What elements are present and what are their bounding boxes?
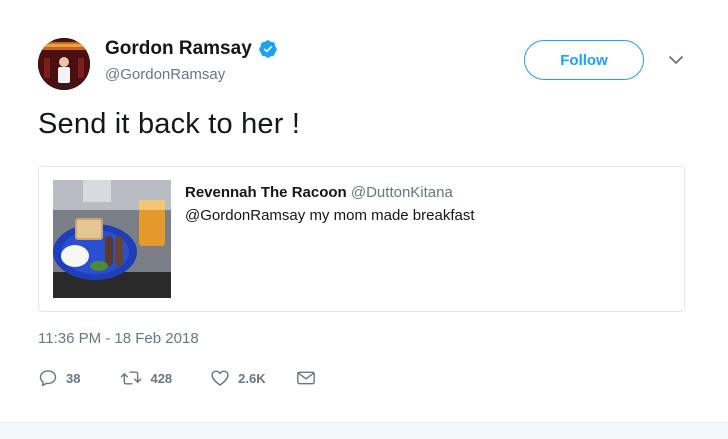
avatar[interactable] — [38, 38, 90, 90]
author-handle[interactable]: @GordonRamsay — [105, 66, 225, 83]
direct-message-button[interactable] — [296, 369, 316, 387]
like-count: 2.6K — [238, 370, 266, 386]
tweet-text: Send it back to her ! — [38, 108, 301, 140]
verified-badge-icon — [259, 40, 277, 58]
tweet-timestamp[interactable]: 11:36 PM - 18 Feb 2018 — [38, 330, 199, 347]
avatar-photo — [38, 38, 90, 90]
quoted-tweet-image[interactable] — [53, 180, 171, 298]
breakfast-plate-photo — [53, 180, 171, 298]
follow-button[interactable]: Follow — [524, 40, 644, 80]
author-name-row[interactable]: Gordon Ramsay — [105, 38, 278, 60]
author-name[interactable]: Gordon Ramsay — [105, 38, 252, 60]
tweet-actions: 38 428 2.6K — [38, 366, 316, 390]
envelope-icon — [296, 371, 315, 385]
quoted-tweet-header: Revennah The Racoon @DuttonKitana — [185, 184, 453, 201]
chevron-down-icon[interactable] — [667, 51, 685, 69]
retweet-count: 428 — [150, 370, 173, 386]
footer-divider — [0, 422, 728, 439]
quoted-author-handle[interactable]: @DuttonKitana — [351, 184, 453, 201]
retweet-icon — [121, 371, 142, 385]
reply-button[interactable]: 38 — [38, 368, 80, 388]
quoted-author-name[interactable]: Revennah The Racoon — [185, 184, 347, 201]
retweet-button[interactable]: 428 — [120, 368, 172, 388]
reply-count: 38 — [66, 370, 81, 386]
quoted-tweet-card[interactable]: Revennah The Racoon @DuttonKitana @Gordo… — [38, 166, 685, 312]
like-button[interactable]: 2.6K — [210, 368, 266, 388]
reply-icon — [39, 370, 57, 387]
quoted-tweet-text: @GordonRamsay my mom made breakfast — [185, 207, 475, 224]
heart-icon — [211, 370, 229, 386]
